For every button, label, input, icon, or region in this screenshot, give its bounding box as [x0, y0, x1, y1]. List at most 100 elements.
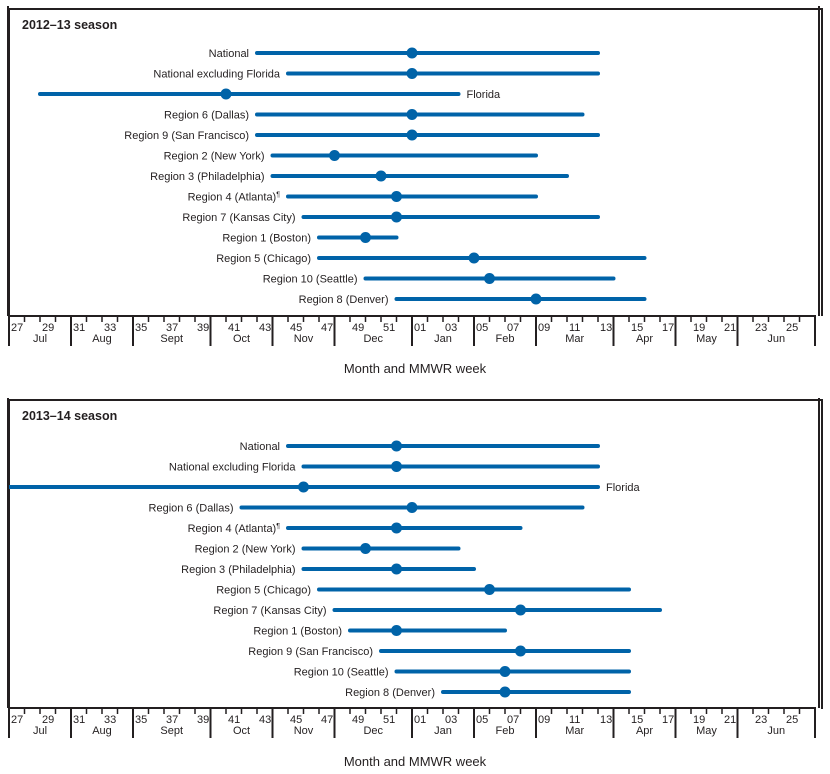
week-tick-label: 13: [600, 714, 612, 726]
series-row: Region 3 (Philadelphia): [150, 170, 569, 183]
series-label: Region 7 (Kansas City): [182, 212, 295, 224]
series-row: Region 10 (Seattle): [263, 273, 616, 286]
series-row: Region 5 (Chicago): [216, 584, 631, 597]
x-axis-label: Month and MMWR week: [343, 361, 487, 376]
peak-dot: [360, 543, 371, 554]
series-row: Region 6 (Dallas): [149, 502, 585, 515]
week-tick-label: 31: [73, 714, 85, 726]
week-tick-label: 35: [135, 714, 147, 726]
peak-dot: [406, 47, 418, 59]
series-row: Region 2 (New York): [164, 150, 538, 163]
week-tick-label: 23: [755, 322, 767, 334]
peak-dot: [484, 273, 495, 284]
month-label: May: [696, 333, 717, 345]
peak-dot: [220, 88, 232, 100]
series-row: National excluding Florida: [153, 68, 600, 81]
week-tick-label: 23: [755, 714, 767, 726]
series-label: Region 2 (New York): [195, 544, 296, 556]
week-tick-label: 03: [445, 322, 457, 334]
series-label: Region 8 (Denver): [299, 294, 389, 306]
week-tick-label: 35: [135, 322, 147, 334]
series-label: Region 1 (Boston): [222, 233, 311, 245]
peak-dot: [360, 232, 371, 243]
series-row: National: [209, 47, 600, 60]
peak-dot: [468, 252, 480, 264]
week-tick-label: 29: [42, 322, 54, 334]
week-tick-label: 03: [445, 714, 457, 726]
series-row: Region 8 (Denver): [345, 686, 631, 699]
week-tick-label: 15: [631, 714, 643, 726]
series-row: Region 7 (Kansas City): [182, 211, 600, 224]
series-row: Region 2 (New York): [195, 543, 461, 556]
series-row: Region 9 (San Francisco): [124, 129, 600, 142]
series-label: National excluding Florida: [153, 69, 280, 81]
series-row: Region 1 (Boston): [222, 232, 399, 245]
week-tick-label: 43: [259, 714, 271, 726]
week-tick-label: 41: [228, 322, 240, 334]
series-label: Region 4 (Atlanta)¶: [188, 192, 281, 204]
month-label: Nov: [294, 333, 314, 345]
month-label: Feb: [496, 333, 515, 345]
series-row: National: [240, 440, 600, 453]
series-label: National: [240, 441, 280, 453]
series-label: Region 6 (Dallas): [164, 110, 249, 122]
peak-dot: [391, 625, 402, 636]
week-tick-label: 17: [662, 714, 674, 726]
peak-dot: [406, 109, 418, 120]
week-tick-label: 09: [538, 322, 550, 334]
series-label: Region 8 (Denver): [345, 687, 435, 699]
series-label: Region 5 (Chicago): [216, 585, 311, 597]
week-tick-label: 49: [352, 714, 364, 726]
month-label: Mar: [565, 725, 584, 737]
month-label: May: [696, 725, 717, 737]
series-label: Region 9 (San Francisco): [248, 646, 373, 658]
month-label: Apr: [636, 333, 653, 345]
month-label: Oct: [233, 333, 250, 345]
week-tick-label: 15: [631, 322, 643, 334]
week-tick-label: 19: [693, 714, 705, 726]
series-row: Region 6 (Dallas): [164, 109, 585, 122]
peak-dot: [406, 129, 418, 141]
week-tick-label: 29: [42, 714, 54, 726]
week-tick-label: 47: [321, 322, 333, 334]
series-label: Region 3 (Philadelphia): [181, 564, 295, 576]
week-tick-label: 43: [259, 322, 271, 334]
peak-dot: [391, 211, 402, 223]
series-label: Florida: [606, 482, 641, 494]
series-row: Region 8 (Denver): [299, 293, 647, 306]
chart-2013-14: National National excluding Florida Florid…: [7, 398, 820, 738]
peak-dot: [391, 461, 402, 472]
week-tick-label: 45: [290, 322, 302, 334]
week-tick-label: 51: [383, 714, 395, 726]
series-row: Florida: [7, 481, 641, 494]
week-tick-label: 13: [600, 322, 612, 334]
series-row: National excluding Florida: [169, 461, 600, 474]
series-row: Region 1 (Boston): [253, 625, 507, 638]
footnote-mark: ¶: [276, 192, 280, 199]
footnote-mark: ¶: [276, 523, 280, 530]
series-label: Region 10 (Seattle): [263, 274, 358, 286]
peak-dot: [499, 666, 511, 677]
week-tick-label: 09: [538, 714, 550, 726]
series-row: Region 5 (Chicago): [216, 252, 647, 265]
peak-dot: [329, 150, 340, 161]
series-label: Region 10 (Seattle): [294, 667, 389, 679]
month-label: Jan: [434, 333, 452, 345]
month-label: Jun: [767, 333, 785, 345]
week-tick-label: 19: [693, 322, 705, 334]
series-label: National: [209, 48, 249, 60]
month-label: Jun: [767, 725, 785, 737]
series-row: Region 4 (Atlanta)¶: [188, 191, 538, 204]
week-tick-label: 33: [104, 714, 116, 726]
series-row: Region 9 (San Francisco): [248, 645, 631, 658]
month-label: Jul: [33, 725, 47, 737]
month-label: Oct: [233, 725, 250, 737]
peak-dot: [391, 191, 402, 202]
week-tick-label: 47: [321, 714, 333, 726]
series-label: Region 5 (Chicago): [216, 253, 311, 265]
week-tick-label: 05: [476, 322, 488, 334]
week-tick-label: 39: [197, 322, 209, 334]
month-label: Aug: [92, 333, 112, 345]
month-label: Nov: [294, 725, 314, 737]
week-tick-label: 41: [228, 714, 240, 726]
